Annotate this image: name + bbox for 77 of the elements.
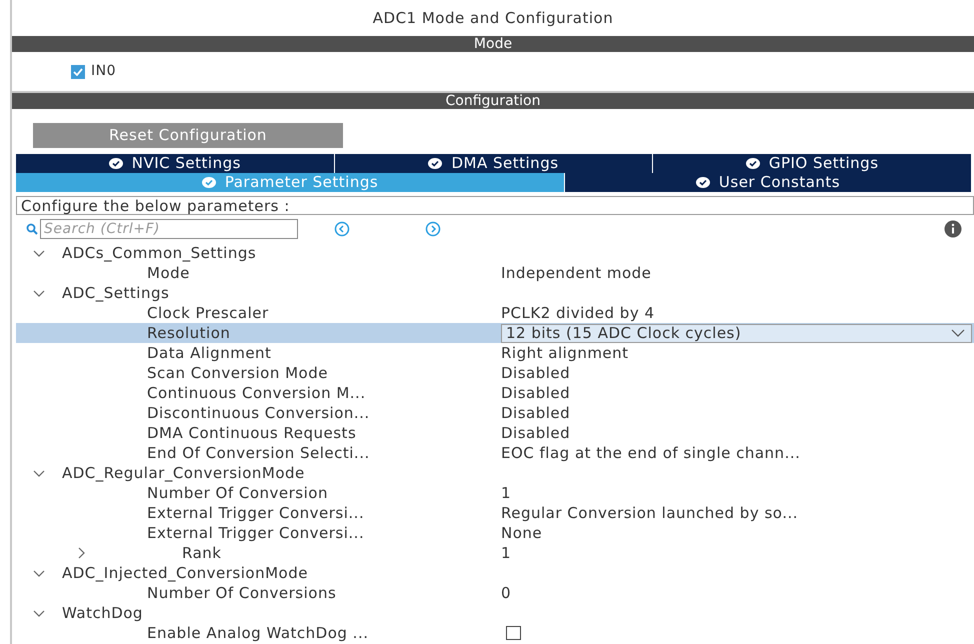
- parameter-value: EOC flag at the end of single chann...: [501, 443, 800, 463]
- group-label[interactable]: ADC_Regular_ConversionMode: [62, 463, 305, 483]
- tab[interactable]: DMA Settings: [334, 154, 654, 173]
- parameter-name: End Of Conversion Selecti...: [147, 443, 371, 463]
- parameter-row[interactable]: Enable Analog WatchDog ...: [16, 623, 974, 643]
- parameter-row[interactable]: End Of Conversion Selecti... EOC flag at the end of single chann...: [16, 443, 974, 463]
- section-header: Mode: [12, 36, 974, 52]
- parameter-value: Regular Conversion launched by so...: [501, 503, 798, 523]
- chevron-down-icon: [951, 329, 965, 337]
- parameter-name: External Trigger Conversi...: [147, 523, 366, 543]
- tab[interactable]: NVIC Settings: [16, 154, 335, 173]
- parameter-row[interactable]: Number Of Conversion 1: [16, 483, 974, 503]
- parameter-row[interactable]: Rank 1: [16, 543, 974, 563]
- parameter-value: 0: [501, 583, 512, 603]
- parameter-value: 1: [501, 543, 512, 563]
- parameter-row[interactable]: Number Of Conversions 0: [16, 583, 974, 603]
- group-label[interactable]: WatchDog: [62, 603, 143, 623]
- parameter-name: Continuous Conversion M...: [147, 383, 367, 403]
- check-circle-icon: [202, 177, 216, 188]
- group-label[interactable]: ADC_Injected_ConversionMode: [62, 563, 308, 583]
- tab[interactable]: GPIO Settings: [653, 154, 972, 173]
- check-circle-icon: [696, 177, 710, 188]
- parameter-value: Disabled: [501, 403, 570, 423]
- chevron-down-icon[interactable]: [33, 250, 45, 256]
- channel-label: IN0: [91, 62, 116, 81]
- parameter-value: Right alignment: [501, 343, 629, 363]
- check-circle-icon: [108, 158, 123, 169]
- parameter-value: Disabled: [501, 383, 570, 403]
- chevron-right-icon[interactable]: [78, 547, 85, 559]
- chevron-down-icon[interactable]: [33, 290, 45, 296]
- parameter-name: Rank: [181, 543, 222, 563]
- parameter-name: External Trigger Conversi...: [147, 503, 366, 523]
- parameter-value: PCLK2 divided by 4: [501, 303, 655, 323]
- chevron-down-icon[interactable]: [33, 470, 45, 476]
- tab[interactable]: User Constants: [565, 173, 972, 192]
- parameter-value: 1: [501, 483, 512, 503]
- check-circle-icon: [746, 158, 760, 169]
- parameter-name: DMA Continuous Requests: [147, 423, 358, 443]
- chevron-down-icon[interactable]: [33, 610, 45, 616]
- group-label[interactable]: ADC_Settings: [62, 283, 170, 303]
- checkbox[interactable]: [71, 64, 85, 78]
- parameter-name: Scan Conversion Mode: [147, 363, 329, 383]
- search-field[interactable]: Search (Ctrl+F): [40, 219, 298, 239]
- search-icon: [26, 223, 38, 235]
- parameter-row[interactable]: Scan Conversion Mode Disabled: [16, 363, 974, 383]
- parameter-row[interactable]: Mode Independent mode: [16, 263, 974, 283]
- chevron-down-icon[interactable]: [33, 570, 45, 576]
- parameter-value: None: [501, 523, 542, 543]
- parameter-name: Discontinuous Conversion...: [147, 403, 371, 423]
- next-icon[interactable]: [425, 221, 441, 237]
- parameter-name: Clock Prescaler: [147, 303, 270, 323]
- parameter-name: Mode: [147, 263, 191, 283]
- parameter-name: Resolution: [147, 323, 232, 343]
- parameter-row[interactable]: Discontinuous Conversion... Disabled: [16, 403, 974, 423]
- section-header: Configuration: [12, 93, 974, 109]
- parameter-value: Independent mode: [501, 263, 652, 283]
- parameter-row[interactable]: Data Alignment Right alignment: [16, 343, 974, 363]
- previous-icon[interactable]: [334, 221, 350, 237]
- check-circle-icon: [428, 158, 442, 169]
- parameter-value: Disabled: [501, 423, 570, 443]
- panel-title: ADC1 Mode and Configuration: [372, 8, 614, 29]
- checkbox[interactable]: [506, 626, 521, 640]
- info-icon[interactable]: [944, 220, 962, 238]
- parameter-row[interactable]: Clock Prescaler PCLK2 divided by 4: [16, 303, 974, 323]
- parameter-row[interactable]: DMA Continuous Requests Disabled: [16, 423, 974, 443]
- parameter-row[interactable]: External Trigger Conversi... Regular Conversion launched by so...: [16, 503, 974, 523]
- parameter-row[interactable]: Continuous Conversion M... Disabled: [16, 383, 974, 403]
- group-label[interactable]: ADCs_Common_Settings: [62, 243, 256, 263]
- parameter-value: Disabled: [501, 363, 570, 383]
- parameter-name: Enable Analog WatchDog ...: [147, 623, 370, 643]
- parameter-row[interactable]: External Trigger Conversi... None: [16, 523, 974, 543]
- instruction-text: Configure the below parameters :: [16, 196, 974, 215]
- parameter-row[interactable]: Resolution 12 bits (15 ADC Clock cycles): [16, 323, 974, 343]
- parameter-name: Number Of Conversion: [147, 483, 329, 503]
- parameter-name: Data Alignment: [147, 343, 272, 363]
- dropdown[interactable]: 12 bits (15 ADC Clock cycles): [501, 324, 972, 342]
- parameter-name: Number Of Conversions: [147, 583, 338, 603]
